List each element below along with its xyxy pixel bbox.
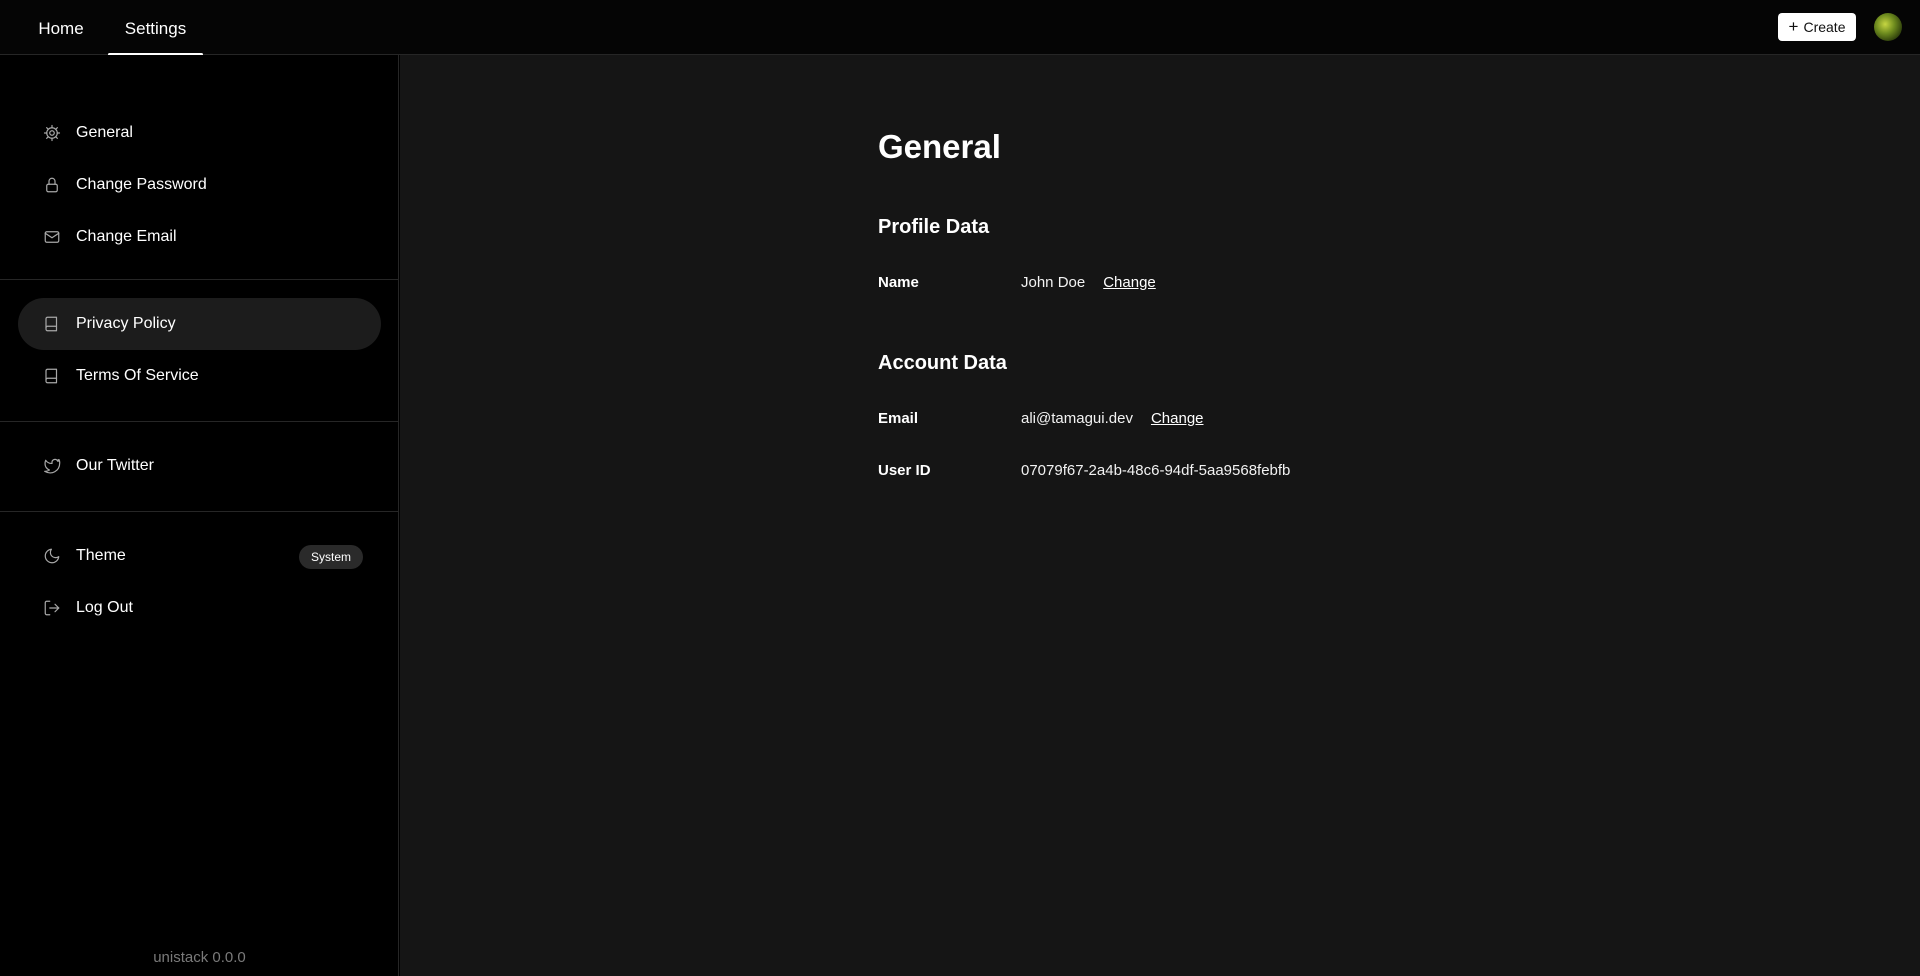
plus-icon: + xyxy=(1788,16,1799,36)
create-button-label: Create xyxy=(1803,19,1846,35)
section-heading-account: Account Data xyxy=(878,352,1007,374)
field-value-email: ali@tamagui.dev xyxy=(1021,409,1133,427)
sidebar-item-our-twitter[interactable]: Our Twitter xyxy=(18,440,381,492)
sidebar-item-theme[interactable]: Theme System xyxy=(18,530,381,582)
field-label-name: Name xyxy=(878,273,919,291)
sidebar-divider xyxy=(0,421,399,422)
sidebar-item-label: Privacy Policy xyxy=(76,315,176,332)
section-heading-profile: Profile Data xyxy=(878,216,990,238)
page-title: General xyxy=(878,128,1001,165)
mail-icon xyxy=(42,227,62,247)
sidebar-divider xyxy=(0,511,399,512)
book-icon xyxy=(42,366,62,386)
sidebar-item-label: Log Out xyxy=(76,599,133,616)
sidebar-item-log-out[interactable]: Log Out xyxy=(18,582,381,634)
twitter-icon xyxy=(42,456,62,476)
account-userid-row: User ID 07079f67-2a4b-48c6-94df-5aa9568f… xyxy=(878,459,1290,481)
sidebar-item-general[interactable]: General xyxy=(18,107,381,159)
sidebar-item-label: Theme xyxy=(76,547,126,564)
field-value-user-id: 07079f67-2a4b-48c6-94df-5aa9568febfb xyxy=(1021,461,1291,479)
gear-icon xyxy=(42,123,62,143)
top-navigation-bar: Home Settings + Create xyxy=(0,0,1920,56)
tab-settings[interactable]: Settings xyxy=(108,0,203,56)
sidebar-item-terms-of-service[interactable]: Terms Of Service xyxy=(18,350,381,402)
sidebar-item-change-email[interactable]: Change Email xyxy=(18,211,381,263)
lock-icon xyxy=(42,175,62,195)
tab-home[interactable]: Home xyxy=(22,0,100,55)
field-value-name: John Doe xyxy=(1021,273,1086,291)
profile-name-row: Name John Doe Change xyxy=(878,271,1156,293)
field-label-user-id: User ID xyxy=(878,461,931,479)
create-button[interactable]: + Create xyxy=(1778,13,1856,41)
main-content: General Profile Data Name John Doe Chang… xyxy=(400,55,1920,976)
app-version: unistack 0.0.0 xyxy=(153,949,246,966)
field-label-email: Email xyxy=(878,409,919,427)
settings-sidebar: General Change Password Change Email Pri… xyxy=(0,55,399,976)
sidebar-item-label: Our Twitter xyxy=(76,457,154,474)
user-avatar[interactable] xyxy=(1874,13,1902,41)
account-email-row: Email ali@tamagui.dev Change xyxy=(878,407,1204,429)
sidebar-item-change-password[interactable]: Change Password xyxy=(18,159,381,211)
change-email-link[interactable]: Change xyxy=(1151,410,1204,427)
sidebar-item-label: Change Password xyxy=(76,176,207,193)
sidebar-item-label: General xyxy=(76,124,133,141)
sidebar-item-privacy-policy[interactable]: Privacy Policy xyxy=(18,298,381,350)
change-name-link[interactable]: Change xyxy=(1103,274,1156,291)
book-icon xyxy=(42,314,62,334)
moon-icon xyxy=(42,546,62,566)
theme-value-badge[interactable]: System xyxy=(298,545,363,569)
sidebar-item-label: Change Email xyxy=(76,228,177,245)
logout-icon xyxy=(42,598,62,618)
sidebar-item-label: Terms Of Service xyxy=(76,367,199,384)
sidebar-divider xyxy=(0,279,399,280)
